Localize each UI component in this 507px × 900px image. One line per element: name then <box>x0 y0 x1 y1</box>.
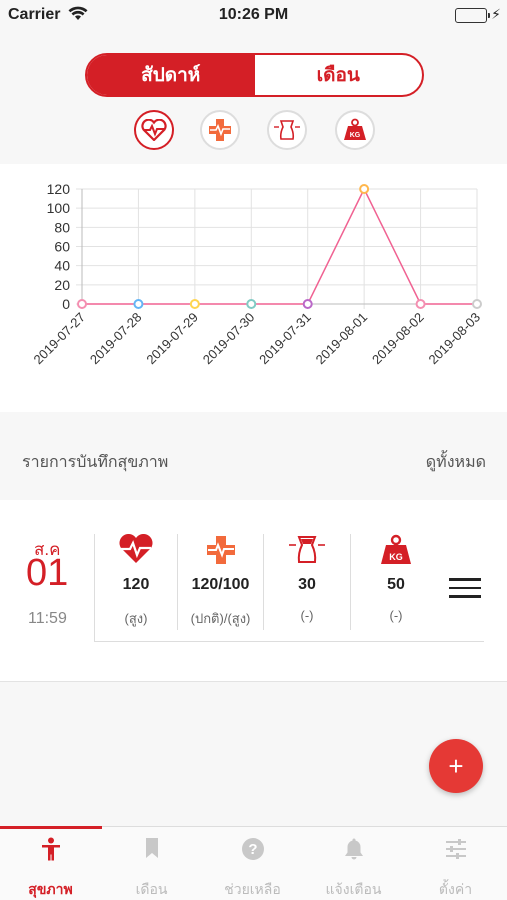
metric-weight: KG 50 (-) <box>351 534 441 630</box>
tab-health[interactable]: สุขภาพ <box>0 827 101 900</box>
x-tick-label: 2019-07-30 <box>200 310 258 368</box>
metric-value: 120 <box>122 576 150 593</box>
y-tick-label: 60 <box>54 239 70 255</box>
x-tick-label: 2019-07-29 <box>143 310 201 368</box>
status-time: 10:26 PM <box>218 6 289 23</box>
weight-kg-icon: KG <box>351 534 441 566</box>
person-icon <box>0 837 101 861</box>
tab-help[interactable]: ? ช่วยเหลือ <box>202 827 303 900</box>
blood-pressure-icon <box>178 534 263 566</box>
help-icon: ? <box>202 837 303 861</box>
tab-label: ตั้งค่า <box>438 881 473 897</box>
line-chart: 0204060801001202019-07-272019-07-282019-… <box>30 181 483 368</box>
tab-label: เดือน <box>135 881 168 897</box>
tab-label: แจ้งเตือน <box>325 881 382 897</box>
bookmark-icon <box>101 837 202 861</box>
heart-rate-icon[interactable] <box>134 110 174 150</box>
measurement-type-selector: KG <box>0 110 507 154</box>
data-point <box>359 184 370 194</box>
bell-icon <box>303 837 404 861</box>
y-tick-label: 40 <box>54 258 70 274</box>
segment-month[interactable]: เดือน <box>255 55 423 95</box>
x-tick-label: 2019-07-27 <box>30 310 88 368</box>
records-section-header: รายการบันทึกสุขภาพ ดูทั้งหมด <box>0 436 507 482</box>
data-point <box>77 299 87 309</box>
metric-status: (ปกติ)/(สูง) <box>190 611 251 626</box>
metric-value: 50 <box>387 576 405 593</box>
segment-week[interactable]: สัปดาห์ <box>87 55 255 95</box>
data-point <box>133 299 144 309</box>
x-tick-label: 2019-08-03 <box>425 310 483 368</box>
records-section-title: รายการบันทึกสุขภาพ <box>22 454 169 471</box>
x-tick-label: 2019-07-28 <box>87 310 145 368</box>
record-time: 11:59 <box>28 610 67 627</box>
y-tick-label: 100 <box>47 200 71 216</box>
metric-status: (สูง) <box>124 611 148 626</box>
sliders-icon <box>404 837 507 861</box>
tab-notifications[interactable]: แจ้งเตือน <box>303 827 404 900</box>
metric-value: 120/100 <box>191 576 250 593</box>
metric-value: 30 <box>298 576 316 593</box>
x-tick-label: 2019-08-01 <box>313 310 371 368</box>
y-tick-label: 20 <box>54 277 70 293</box>
y-tick-label: 0 <box>62 296 70 312</box>
x-tick-label: 2019-07-31 <box>256 310 314 368</box>
tab-settings[interactable]: ตั้งค่า <box>404 827 507 900</box>
blood-pressure-icon[interactable] <box>200 110 240 150</box>
tab-bar: สุขภาพ เดือน ? ช่วยเหลือ แจ้งเตือน ตั้งค… <box>0 826 507 900</box>
metric-waist: 30 (-) <box>264 534 350 630</box>
status-bar: Carrier 10:26 PM ⚡ <box>0 0 507 32</box>
data-point <box>472 299 482 309</box>
tab-month[interactable]: เดือน <box>101 827 202 900</box>
heart-rate-icon <box>95 534 177 566</box>
waist-icon <box>264 534 350 566</box>
battery-icon <box>455 8 490 23</box>
add-record-button[interactable]: + <box>429 739 483 793</box>
metric-status: (-) <box>389 608 403 623</box>
metric-heart-rate: 120 (สูง) <box>95 534 177 630</box>
kg-label: KG <box>389 552 403 562</box>
weight-kg-icon[interactable]: KG <box>335 110 375 150</box>
y-tick-label: 80 <box>54 219 70 235</box>
data-point <box>415 299 426 309</box>
see-all-link[interactable]: ดูทั้งหมด <box>426 450 486 475</box>
svg-text:KG: KG <box>350 132 361 139</box>
health-record-card[interactable]: ส.ค 01 11:59 120 (สูง) 120/100 (ปกติ)/(ส… <box>0 500 507 682</box>
data-point <box>302 299 313 309</box>
tab-label: ช่วยเหลือ <box>224 881 281 897</box>
tab-label: สุขภาพ <box>28 881 73 897</box>
data-point <box>189 299 200 309</box>
period-segmented-control: สัปดาห์ เดือน <box>85 53 424 97</box>
metric-blood-pressure: 120/100 (ปกติ)/(สูง) <box>178 534 263 630</box>
metric-status: (-) <box>300 608 314 623</box>
y-tick-label: 120 <box>47 181 71 197</box>
record-day: 01 <box>26 552 69 594</box>
svg-text:?: ? <box>248 841 257 858</box>
record-metrics: 120 (สูง) 120/100 (ปกติ)/(สูง) 30 (-) KG… <box>94 534 484 642</box>
health-chart: 0 20 40 60 80 100 120 2019-07-27 2019-07-28 2019-… <box>0 164 507 412</box>
data-point <box>246 299 257 309</box>
x-tick-label: 2019-08-02 <box>369 310 427 368</box>
charging-bolt-icon: ⚡ <box>491 6 501 22</box>
record-menu-button[interactable] <box>449 578 481 600</box>
waist-icon[interactable] <box>267 110 307 150</box>
